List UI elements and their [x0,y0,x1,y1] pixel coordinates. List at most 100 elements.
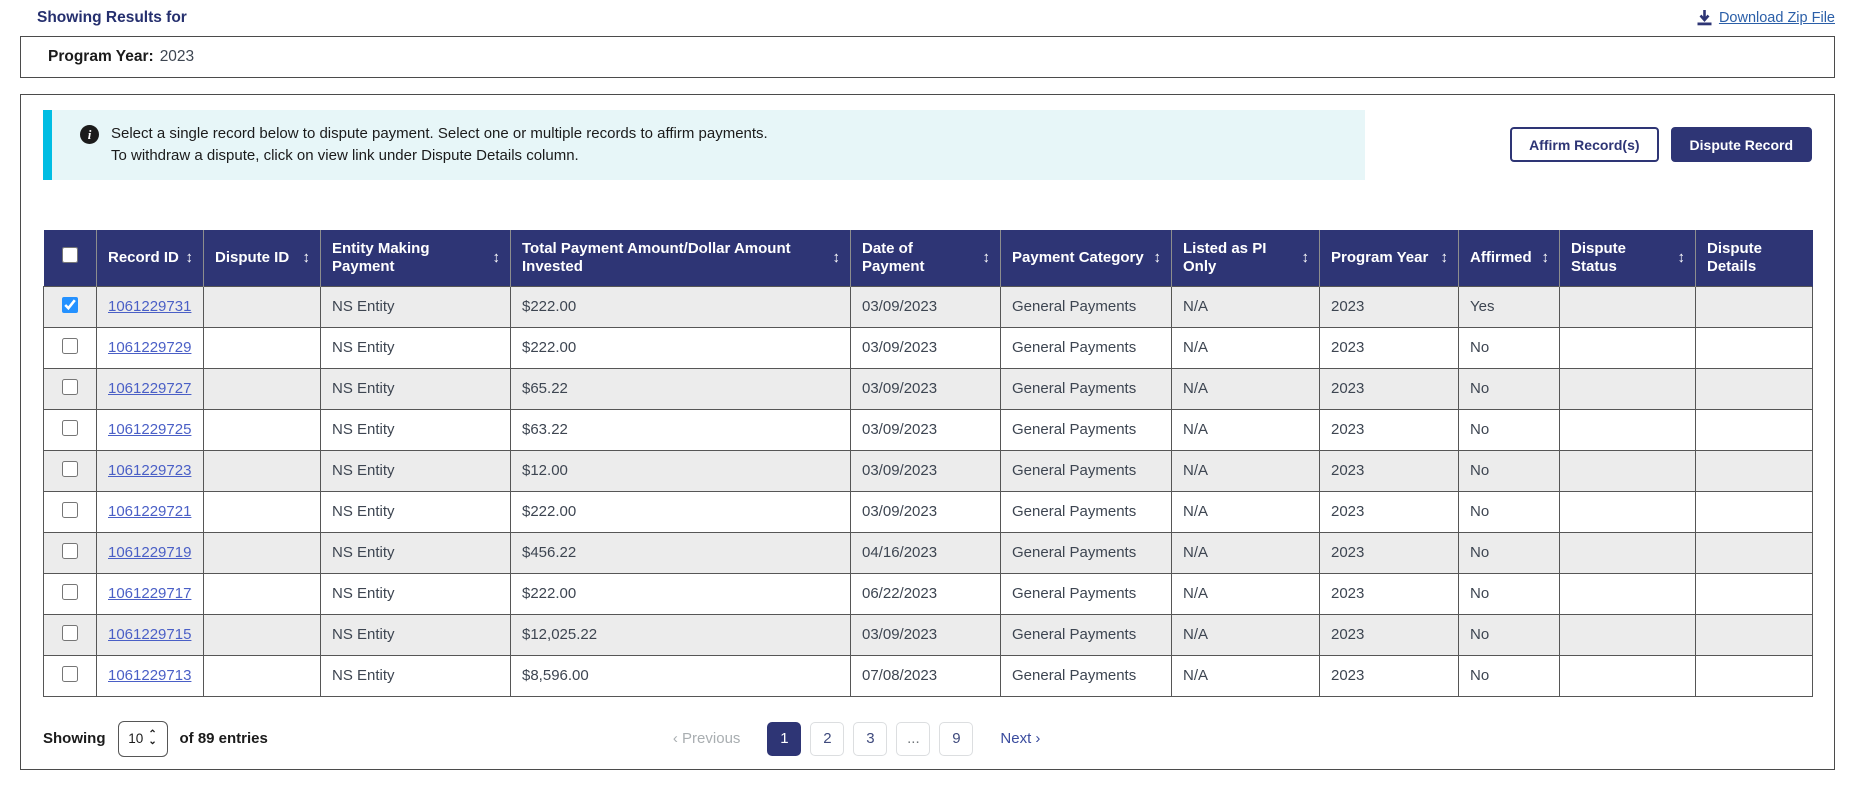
sort-icon[interactable]: ↕ [1302,249,1312,267]
amount-cell: $222.00 [511,286,851,327]
page-size-stepper[interactable]: 10 ⌃⌄ [118,721,168,757]
sort-icon[interactable]: ↕ [1678,249,1688,267]
page-button-3[interactable]: 3 [853,722,887,756]
year-cell: 2023 [1320,491,1459,532]
sort-icon[interactable]: ↕ [303,249,313,267]
page-size-value: 10 [128,731,143,746]
dispute-id-cell [204,450,321,491]
sort-icon[interactable]: ↕ [1441,249,1451,267]
row-checkbox[interactable] [62,584,78,600]
dispute-status-cell [1560,614,1696,655]
sort-icon[interactable]: ↕ [186,249,196,267]
record-id-link[interactable]: 1061229721 [108,503,191,520]
page-ellipsis: ... [896,722,930,756]
record-id-cell: 1061229729 [97,327,204,368]
year-cell: 2023 [1320,368,1459,409]
column-header-total-payment-amount-dollar-amount-invested[interactable]: Total Payment Amount/Dollar Amount Inves… [511,230,851,286]
select-all-checkbox-input[interactable] [62,247,78,263]
sort-icon[interactable]: ↕ [833,249,843,267]
category-cell: General Payments [1001,450,1172,491]
row-checkbox[interactable] [62,625,78,641]
pagination: ‹ Previous 123... 9 Next › [673,722,1041,756]
affirmed-cell: No [1459,614,1560,655]
dispute-id-cell [204,286,321,327]
category-cell: General Payments [1001,532,1172,573]
sort-icon[interactable]: ↕ [1542,249,1552,267]
pi-only-cell: N/A [1172,655,1320,696]
record-id-link[interactable]: 1061229727 [108,380,191,397]
sort-icon[interactable]: ↕ [983,249,993,267]
row-checkbox[interactable] [62,297,78,313]
date-cell: 03/09/2023 [851,368,1001,409]
year-cell: 2023 [1320,450,1459,491]
affirmed-cell: No [1459,532,1560,573]
record-id-link[interactable]: 1061229731 [108,298,191,315]
download-zip-label: Download Zip File [1719,10,1835,26]
dispute-record-button[interactable]: Dispute Record [1671,127,1812,162]
column-header-entity-making-payment[interactable]: Entity Making Payment↕ [321,230,511,286]
pi-only-cell: N/A [1172,327,1320,368]
dispute-details-cell [1696,573,1813,614]
column-header-label: Dispute ID [215,249,289,267]
column-header-payment-category[interactable]: Payment Category↕ [1001,230,1172,286]
dispute-details-cell [1696,327,1813,368]
column-header-date-of-payment[interactable]: Date of Payment↕ [851,230,1001,286]
dispute-details-cell [1696,655,1813,696]
sort-icon[interactable]: ↕ [1154,249,1164,267]
record-id-link[interactable]: 1061229715 [108,626,191,643]
table-row: 1061229727NS Entity$65.2203/09/2023Gener… [44,368,1813,409]
record-id-link[interactable]: 1061229717 [108,585,191,602]
pi-only-cell: N/A [1172,409,1320,450]
next-page-button[interactable]: Next › [1000,730,1040,747]
dispute-id-cell [204,409,321,450]
column-header-dispute-details: Dispute Details [1696,230,1813,286]
row-checkbox-cell [44,409,97,450]
download-zip-link[interactable]: Download Zip File [1697,10,1835,26]
record-id-link[interactable]: 1061229723 [108,462,191,479]
column-header-program-year[interactable]: Program Year↕ [1320,230,1459,286]
record-id-link[interactable]: 1061229713 [108,667,191,684]
table-footer: Showing 10 ⌃⌄ of 89 entries ‹ Previous 1… [43,721,1812,757]
record-id-link[interactable]: 1061229719 [108,544,191,561]
row-checkbox[interactable] [62,379,78,395]
row-checkbox[interactable] [62,502,78,518]
dispute-id-cell [204,368,321,409]
pi-only-cell: N/A [1172,614,1320,655]
download-icon [1697,10,1712,26]
sort-icon[interactable]: ↕ [493,249,503,267]
affirm-records-button[interactable]: Affirm Record(s) [1510,127,1658,162]
record-id-cell: 1061229719 [97,532,204,573]
top-bar: Showing Results for Download Zip File [0,0,1855,28]
row-checkbox-cell [44,614,97,655]
amount-cell: $12.00 [511,450,851,491]
column-header-label: Date of Payment [862,240,979,277]
record-id-link[interactable]: 1061229729 [108,339,191,356]
column-header-record-id[interactable]: Record ID↕ [97,230,204,286]
previous-page-button[interactable]: ‹ Previous [673,730,741,747]
date-cell: 04/16/2023 [851,532,1001,573]
page-button-9[interactable]: 9 [939,722,973,756]
row-checkbox[interactable] [62,461,78,477]
row-checkbox[interactable] [62,338,78,354]
select-all-checkbox[interactable] [44,230,97,286]
row-checkbox[interactable] [62,543,78,559]
entity-cell: NS Entity [321,655,511,696]
dispute-details-cell [1696,532,1813,573]
page-button-2[interactable]: 2 [810,722,844,756]
dispute-id-cell [204,327,321,368]
pi-only-cell: N/A [1172,286,1320,327]
column-header-dispute-id[interactable]: Dispute ID ↕ [204,230,321,286]
dispute-status-cell [1560,573,1696,614]
column-header-affirmed[interactable]: Affirmed↕ [1459,230,1560,286]
page-button-1[interactable]: 1 [767,722,801,756]
row-checkbox[interactable] [62,420,78,436]
dispute-details-cell [1696,450,1813,491]
column-header-dispute-status[interactable]: Dispute Status↕ [1560,230,1696,286]
row-checkbox[interactable] [62,666,78,682]
dispute-status-cell [1560,368,1696,409]
dispute-status-cell [1560,286,1696,327]
record-id-link[interactable]: 1061229725 [108,421,191,438]
column-header-listed-as-pi-only[interactable]: Listed as PI Only↕ [1172,230,1320,286]
table-row: 1061229731NS Entity$222.0003/09/2023Gene… [44,286,1813,327]
amount-cell: $65.22 [511,368,851,409]
